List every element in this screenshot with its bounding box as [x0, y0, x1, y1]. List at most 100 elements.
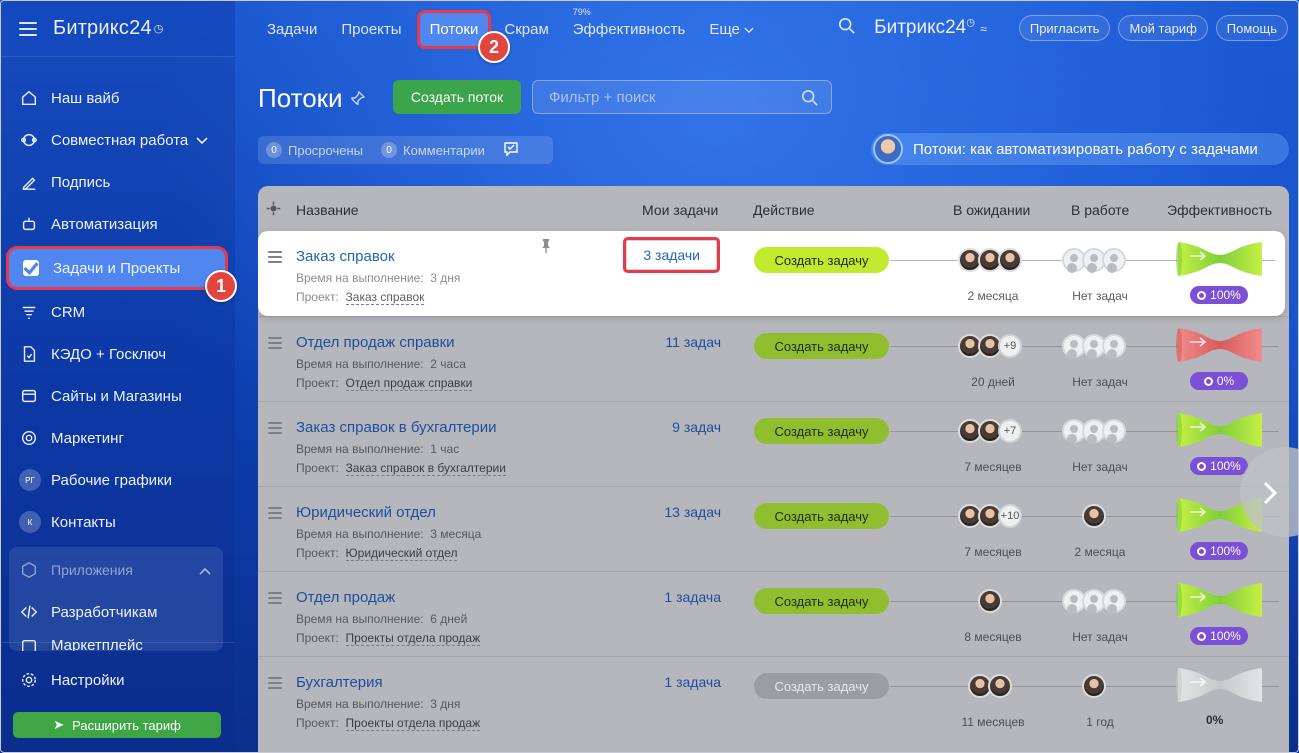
overdue-counter[interactable]: 0 Просрочены	[266, 142, 363, 158]
drag-handle-icon[interactable]	[268, 592, 282, 607]
search-icon[interactable]	[838, 17, 856, 40]
col-name[interactable]: Название	[296, 202, 359, 218]
avatar[interactable]	[998, 248, 1022, 272]
my-tasks-link[interactable]: 11 задач	[665, 334, 721, 350]
sidebar-item-developers[interactable]: Разработчикам	[9, 591, 223, 633]
col-my-tasks[interactable]: Мои задачи	[642, 202, 718, 218]
sidebar-item-kedo[interactable]: КЭДО + Госключ	[1, 333, 235, 375]
comments-counter[interactable]: 0 Комментарии	[381, 142, 485, 158]
in-work-avatars[interactable]	[1062, 334, 1126, 358]
sidebar-item-signature[interactable]: Подпись	[1, 161, 235, 203]
project-link[interactable]: Заказ справок в бухгалтерии	[345, 461, 506, 476]
sidebar-item-sites[interactable]: Сайты и Магазины	[1, 375, 235, 417]
project-link[interactable]: Отдел продаж справки	[345, 376, 473, 391]
table-row[interactable]: Заказ справок Время на выполнение: 3 дня…	[258, 231, 1285, 316]
efficiency-funnel-icon[interactable]	[1176, 666, 1264, 704]
efficiency-badge[interactable]: 100%	[1190, 627, 1248, 645]
my-tasks-link[interactable]: 1 задача	[664, 674, 721, 690]
table-row[interactable]: Бухгалтерия Время на выполнение: 3 дня П…	[258, 656, 1289, 741]
create-task-button[interactable]: Создать задачу	[754, 588, 889, 614]
menu-icon[interactable]	[19, 21, 37, 36]
col-efficiency[interactable]: Эффективность	[1167, 202, 1272, 218]
sidebar-item-tasks[interactable]: Задачи и Проекты	[9, 249, 225, 287]
waiting-avatars[interactable]	[958, 248, 1022, 272]
table-row[interactable]: Отдел продаж справки Время на выполнение…	[258, 316, 1289, 401]
efficiency-funnel-icon[interactable]	[1176, 411, 1264, 449]
create-flow-button[interactable]: Создать поток	[393, 80, 521, 114]
create-task-button[interactable]: Создать задачу	[754, 503, 889, 529]
project-link[interactable]: Юридический отдел	[345, 546, 458, 561]
flow-name-link[interactable]: Заказ справок в бухгалтерии	[296, 419, 496, 436]
tariff-button[interactable]: Мой тариф	[1118, 15, 1208, 41]
more-avatars-badge[interactable]: +7	[998, 419, 1022, 443]
efficiency-funnel-icon[interactable]	[1176, 581, 1264, 619]
waiting-avatars[interactable]: +10	[958, 504, 1022, 528]
avatar[interactable]	[978, 589, 1002, 613]
sidebar-item-crm[interactable]: CRM	[1, 291, 235, 333]
chevron-up-icon[interactable]	[199, 562, 211, 578]
waiting-avatars[interactable]: +9	[958, 334, 1022, 358]
flow-name-link[interactable]: Бухгалтерия	[296, 674, 383, 691]
upgrade-button[interactable]: ➤ Расширить тариф	[13, 712, 221, 738]
my-tasks-link[interactable]: 13 задач	[664, 504, 721, 520]
tab-projects[interactable]: Проекты	[341, 21, 401, 38]
brand-logo-top[interactable]: Битрикс24◷ ≈	[874, 17, 987, 39]
sidebar-item-contacts[interactable]: К Контакты	[1, 501, 235, 543]
project-link[interactable]: Заказ справок	[345, 290, 425, 305]
avatar[interactable]	[1082, 674, 1106, 698]
create-task-button[interactable]: Создать задачу	[754, 333, 889, 359]
tab-efficiency[interactable]: 79% Эффективность	[573, 7, 686, 38]
project-link[interactable]: Проекты отдела продаж	[345, 716, 481, 731]
tab-scrum[interactable]: Скрам	[504, 21, 548, 38]
pin-icon[interactable]	[540, 239, 552, 258]
my-tasks-link[interactable]: 3 задачи	[626, 240, 717, 270]
more-avatars-badge[interactable]: +9	[998, 334, 1022, 358]
col-waiting[interactable]: В ожидании	[953, 202, 1030, 218]
waiting-avatars[interactable]	[968, 674, 1012, 698]
my-tasks-link[interactable]: 1 задача	[664, 589, 721, 605]
avatar[interactable]	[988, 674, 1012, 698]
project-link[interactable]: Проекты отдела продаж	[345, 631, 481, 646]
sidebar-item-vibe[interactable]: Наш вайб	[1, 77, 235, 119]
drag-handle-icon[interactable]	[268, 422, 282, 437]
brand-logo[interactable]: Битрикс24	[53, 17, 152, 40]
promo-banner[interactable]: Потоки: как автоматизировать работу с за…	[871, 133, 1289, 165]
table-row[interactable]: Заказ справок в бухгалтерии Время на вып…	[258, 401, 1289, 486]
waiting-avatars[interactable]: +7	[958, 419, 1022, 443]
efficiency-badge[interactable]: 100%	[1190, 286, 1248, 304]
in-work-avatars[interactable]	[1082, 504, 1106, 528]
efficiency-badge[interactable]: 0%	[1190, 372, 1248, 390]
table-row[interactable]: Юридический отдел Время на выполнение: 3…	[258, 486, 1289, 571]
table-row[interactable]: Отдел продаж Время на выполнение: 6 дней…	[258, 571, 1289, 656]
create-task-button[interactable]: Создать задачу	[754, 247, 889, 273]
search-input[interactable]: Фильтр + поиск	[532, 80, 832, 114]
sidebar-item-settings[interactable]: Настройки	[1, 659, 235, 701]
in-work-avatars[interactable]	[1082, 674, 1106, 698]
in-work-avatars[interactable]	[1062, 248, 1126, 272]
flow-name-link[interactable]: Заказ справок	[296, 248, 395, 265]
sidebar-item-marketing[interactable]: Маркетинг	[1, 417, 235, 459]
col-in-work[interactable]: В работе	[1071, 202, 1129, 218]
help-button[interactable]: Помощь	[1215, 15, 1288, 41]
chat-check-icon[interactable]	[503, 141, 519, 160]
in-work-avatars[interactable]	[1062, 589, 1126, 613]
tab-tasks[interactable]: Задачи	[267, 21, 317, 38]
my-tasks-link[interactable]: 9 задач	[672, 419, 721, 435]
in-work-avatars[interactable]	[1062, 419, 1126, 443]
chevron-down-icon[interactable]	[196, 132, 208, 149]
gear-icon[interactable]	[266, 201, 281, 219]
flow-name-link[interactable]: Юридический отдел	[296, 504, 436, 521]
sidebar-item-collab[interactable]: Совместная работа	[1, 119, 235, 161]
drag-handle-icon[interactable]	[268, 251, 282, 266]
create-task-button[interactable]: Создать задачу	[754, 418, 889, 444]
sidebar-item-automation[interactable]: Автоматизация	[1, 203, 235, 245]
drag-handle-icon[interactable]	[268, 677, 282, 692]
apps-group-header[interactable]: Приложения	[9, 549, 223, 591]
more-avatars-badge[interactable]: +10	[998, 504, 1022, 528]
sidebar-item-schedules[interactable]: РГ Рабочие графики	[1, 459, 235, 501]
avatar[interactable]	[1082, 504, 1106, 528]
tab-more[interactable]: Еще	[709, 21, 754, 38]
waiting-avatars[interactable]	[978, 589, 1002, 613]
search-icon[interactable]	[801, 89, 819, 111]
efficiency-funnel-icon[interactable]	[1176, 326, 1264, 364]
